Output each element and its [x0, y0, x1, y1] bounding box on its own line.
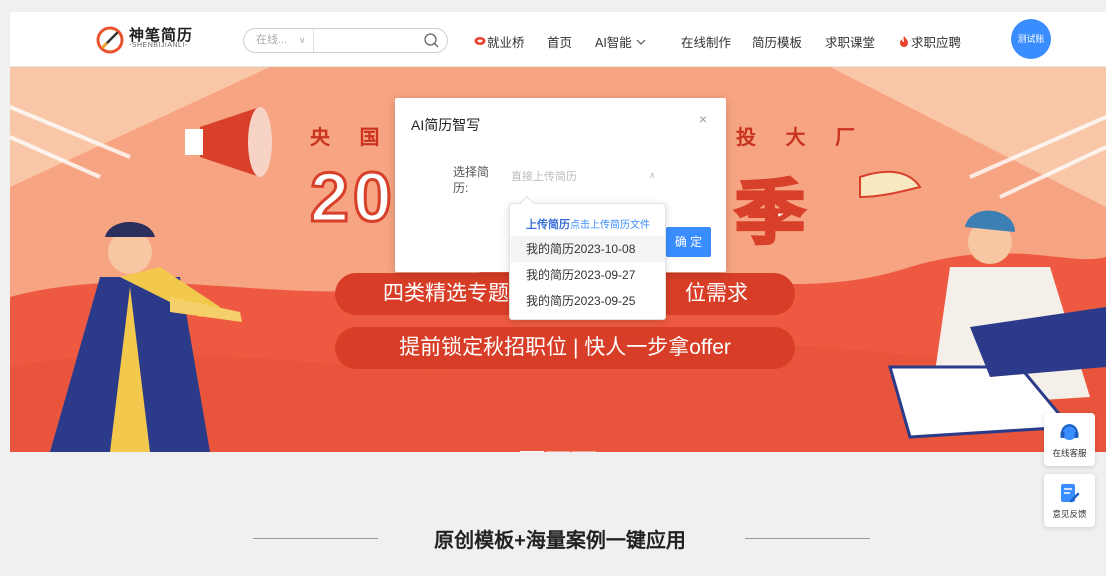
logo-subtitle: -SHENBIJIANLI-	[129, 42, 188, 49]
banner-big-left: 20	[309, 157, 396, 238]
top-header: 神笔简历 -SHENBIJIANLI- 在线... ∨ 就业桥 首页 AI智能 …	[10, 12, 1106, 67]
upload-resume-label: 上传简历	[526, 219, 570, 231]
resume-option[interactable]: 我的简历2023-10-08	[511, 236, 665, 262]
feedback-button[interactable]: 意见反馈	[1044, 474, 1095, 527]
nav-ai-label: AI智能	[595, 36, 632, 50]
upload-resume-hint: 点击上传简历文件	[570, 220, 650, 231]
fire-icon	[900, 36, 908, 47]
banner-pill-2: 提前锁定秋招职位 | 快人一步拿offer	[335, 327, 795, 369]
feedback-icon	[1061, 484, 1080, 503]
upload-resume-option[interactable]: 上传简历点击上传简历文件	[526, 216, 650, 232]
search-box: 在线... ∨	[243, 28, 448, 53]
chevron-down-icon: ∨	[299, 35, 306, 45]
banner-pill-1-left: 四类精选专题	[383, 282, 509, 305]
chevron-down-icon	[636, 39, 646, 45]
confirm-button[interactable]: 确 定	[666, 227, 711, 257]
close-icon[interactable]: ×	[699, 111, 707, 127]
online-service-button[interactable]: 在线客服	[1044, 413, 1095, 466]
resume-select-placeholder: 直接上传简历	[511, 171, 577, 183]
resume-select[interactable]: 直接上传简历 ∧	[511, 168, 661, 192]
section-title: 原创模板+海量案例一键应用	[434, 530, 686, 552]
feedback-label: 意见反馈	[1052, 509, 1087, 519]
search-icon[interactable]	[423, 32, 440, 49]
nav-jiuyeqiao[interactable]: 就业桥	[487, 32, 525, 51]
search-category-select[interactable]: 在线... ∨	[244, 29, 314, 52]
nav-templates[interactable]: 简历模板	[752, 32, 802, 51]
banner-line1-right: 投 大 厂	[736, 127, 868, 149]
divider-left	[253, 538, 378, 539]
logo-mark-icon	[96, 26, 124, 54]
user-avatar[interactable]: 测试账	[1011, 19, 1051, 59]
banner-pill-1-right: 位需求	[685, 282, 748, 305]
search-input[interactable]	[319, 32, 419, 49]
online-service-label: 在线客服	[1052, 448, 1087, 458]
nav-courses[interactable]: 求职课堂	[825, 32, 875, 51]
modal-title: AI简历智写	[411, 117, 481, 133]
bridge-icon	[474, 37, 486, 45]
divider-right	[745, 538, 870, 539]
resume-option[interactable]: 我的简历2023-09-25	[511, 288, 665, 314]
nav-ai[interactable]: AI智能	[595, 32, 646, 51]
search-category-value: 在线...	[256, 34, 288, 46]
headset-icon	[1060, 424, 1079, 440]
nav-apply[interactable]: 求职应聘	[911, 32, 961, 51]
nav-home[interactable]: 首页	[547, 32, 572, 51]
resume-dropdown: 上传简历点击上传简历文件 我的简历2023-10-08 我的简历2023-09-…	[509, 195, 666, 320]
select-resume-label: 选择简历:	[453, 165, 490, 195]
carousel-dots	[520, 440, 598, 452]
chevron-up-icon: ∧	[649, 170, 656, 180]
site-logo[interactable]: 神笔简历 -SHENBIJIANLI-	[95, 21, 215, 59]
resume-option[interactable]: 我的简历2023-09-27	[511, 262, 665, 288]
nav-online-make[interactable]: 在线制作	[681, 32, 731, 51]
templates-section: 原创模板+海量案例一键应用	[10, 452, 1106, 576]
banner-big-right: 季	[734, 173, 807, 254]
